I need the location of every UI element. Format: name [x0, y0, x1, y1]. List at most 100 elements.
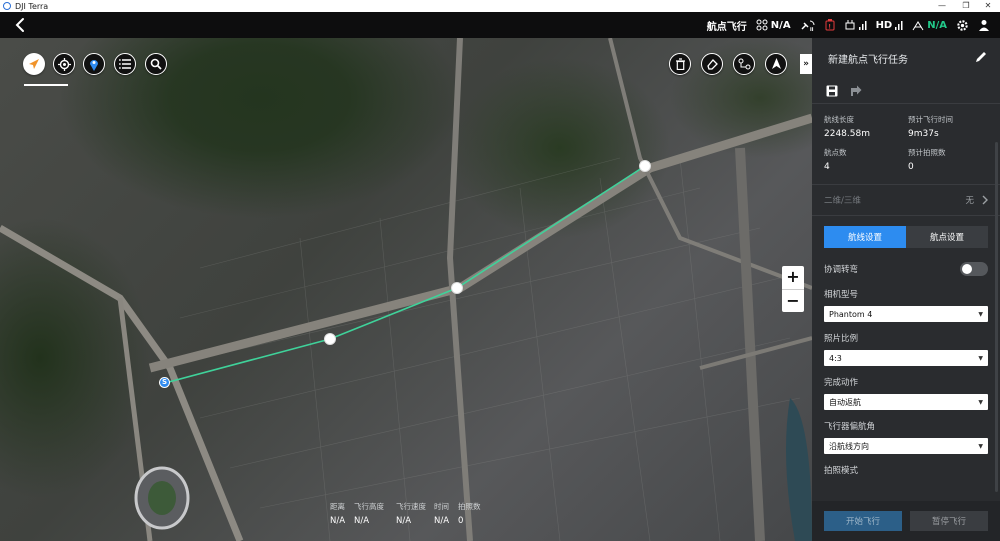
locate-button[interactable]: [53, 53, 75, 75]
os-titlebar: DJI Terra — ❐ ✕: [0, 0, 1000, 12]
caret-down-icon: ▼: [978, 354, 983, 362]
aircraft-battery-status: N/A: [912, 19, 947, 31]
search-icon: [150, 58, 162, 70]
caret-down-icon: ▼: [978, 310, 983, 318]
route-icon: [738, 58, 750, 70]
pin-button[interactable]: [83, 53, 105, 75]
compass-button[interactable]: [23, 53, 45, 75]
battery-alert-icon: !: [825, 19, 835, 31]
dimension-value: 无: [965, 196, 974, 206]
hd-link-status: HD: [876, 20, 904, 31]
toggle-knob: [962, 264, 972, 274]
remote-controller-icon: [845, 20, 855, 30]
satellite-icon: ii: [801, 20, 815, 31]
trash-icon: [675, 58, 685, 70]
zoom-control: + −: [782, 266, 804, 312]
panel-bottom-bar: 开始飞行 暂停飞行: [812, 501, 1000, 541]
maximize-button[interactable]: ❐: [954, 0, 978, 12]
flight-stats-bar: 距离 N/A 飞行高度 N/A 飞行速度 N/A 时间 N/A 拍照数 0: [330, 501, 488, 526]
panel-header: 新建航点飞行任务: [812, 38, 1000, 78]
flight-mode-label: 航点飞行: [706, 21, 747, 33]
drone-icon: [756, 19, 768, 31]
waypoint-start[interactable]: S: [159, 377, 170, 388]
start-flight-button[interactable]: 开始飞行: [824, 511, 902, 531]
stat-photos: 拍照数 0: [458, 502, 481, 526]
caret-down-icon: ▼: [978, 442, 983, 450]
back-arrow-icon[interactable]: [12, 16, 30, 34]
stat-speed: 飞行速度 N/A: [396, 502, 426, 526]
chevron-right-icon: [982, 195, 988, 205]
delete-route-button[interactable]: [669, 53, 691, 75]
zoom-in-button[interactable]: +: [782, 266, 804, 289]
aircraft-battery-icon: [912, 21, 924, 31]
aspect-ratio-field: 照片比例 4:3 ▼: [812, 332, 1000, 366]
photo-mode-field: 拍照模式: [824, 466, 859, 476]
coordinated-turn-row: 协调转弯: [812, 262, 1000, 276]
aircraft-battery-value: N/A: [927, 19, 947, 31]
stat-altitude: 飞行高度 N/A: [354, 502, 384, 526]
waypoint-count: 航点数 4: [824, 148, 847, 172]
minimize-button[interactable]: —: [930, 0, 954, 12]
route-length: 航线长度 2248.58m: [824, 115, 870, 139]
finish-action-field: 完成动作 自动返航 ▼: [812, 376, 1000, 410]
camera-model-field: 相机型号 Phantom 4 ▼: [812, 288, 1000, 322]
search-button[interactable]: [145, 53, 167, 75]
pin-icon: [90, 59, 98, 71]
zoom-out-button[interactable]: −: [782, 290, 804, 313]
svg-text:ii: ii: [810, 27, 814, 31]
finish-action-select[interactable]: 自动返航 ▼: [824, 394, 988, 410]
mission-settings-panel: 新建航点飞行任务 航线长度 2248.58m 预计飞行时间 9m37s 航点数 …: [812, 38, 1000, 541]
route-optimize-button[interactable]: [733, 53, 755, 75]
camera-model-select[interactable]: Phantom 4 ▼: [824, 306, 988, 322]
north-icon: [771, 58, 781, 69]
satellite-status: ii: [800, 19, 816, 31]
waypoint-3[interactable]: [451, 282, 463, 294]
stat-distance: 距离 N/A: [330, 502, 346, 526]
svg-text:!: !: [828, 24, 831, 31]
mission-info-grid: 航线长度 2248.58m 预计飞行时间 9m37s 航点数 4 预计拍照数 0: [812, 104, 1000, 172]
heading-select[interactable]: 沿航线方向 ▼: [824, 438, 988, 454]
edit-pencil-icon[interactable]: [974, 50, 988, 64]
flight-time: 预计飞行时间 9m37s: [908, 115, 953, 139]
close-window-button[interactable]: ✕: [976, 0, 1000, 12]
panel-divider-2: [812, 215, 1000, 216]
eraser-button[interactable]: [701, 53, 723, 75]
hd-signal-bars-icon: [895, 21, 903, 30]
drone-signal-status: N/A: [756, 19, 791, 31]
tab-route-settings[interactable]: 航线设置: [824, 226, 906, 248]
stat-time: 时间 N/A: [434, 502, 450, 526]
settings-tabs: 航线设置 航点设置: [824, 226, 988, 248]
dimension-row[interactable]: 二维/三维 无: [812, 185, 1000, 215]
satellite-map[interactable]: » + − S 距离 N/A 飞行高度 N/A 飞行速度 N/A 时间 N/A …: [0, 38, 812, 541]
settings-gear-icon[interactable]: [956, 19, 969, 32]
coordinated-turn-toggle[interactable]: [960, 262, 988, 276]
app-header: 航点飞行 N/A ii ! HD N/A: [0, 12, 1000, 38]
map-road-network: [0, 38, 812, 541]
export-arrow-icon[interactable]: [850, 85, 862, 97]
caret-down-icon: ▼: [978, 398, 983, 406]
app-logo-icon: [3, 2, 11, 10]
coordinated-turn-label: 协调转弯: [824, 265, 859, 275]
drone-signal-value: N/A: [770, 19, 791, 31]
waypoint-4[interactable]: [639, 160, 651, 172]
tab-waypoint-settings[interactable]: 航点设置: [906, 226, 988, 248]
waypoint-2[interactable]: [324, 333, 336, 345]
north-up-button[interactable]: [765, 53, 787, 75]
list-button[interactable]: [114, 53, 136, 75]
panel-scrollbar[interactable]: [995, 142, 998, 492]
pause-flight-button[interactable]: 暂停飞行: [910, 511, 988, 531]
mission-title: 新建航点飞行任务: [828, 54, 908, 66]
dimension-label: 二维/三维: [824, 196, 861, 206]
photo-count: 预计拍照数 0: [908, 148, 946, 172]
save-icon[interactable]: [826, 85, 838, 97]
expand-panel-tab[interactable]: »: [800, 54, 812, 74]
list-icon: [119, 59, 131, 69]
window-title: DJI Terra: [15, 1, 49, 11]
user-account-icon[interactable]: [978, 19, 990, 31]
battery-warning: !: [825, 19, 835, 31]
eraser-icon: [707, 59, 718, 70]
panel-toolbar: [812, 78, 1000, 104]
signal-bars-icon: [858, 21, 867, 30]
compass-icon: [29, 59, 39, 69]
aspect-ratio-select[interactable]: 4:3 ▼: [824, 350, 988, 366]
